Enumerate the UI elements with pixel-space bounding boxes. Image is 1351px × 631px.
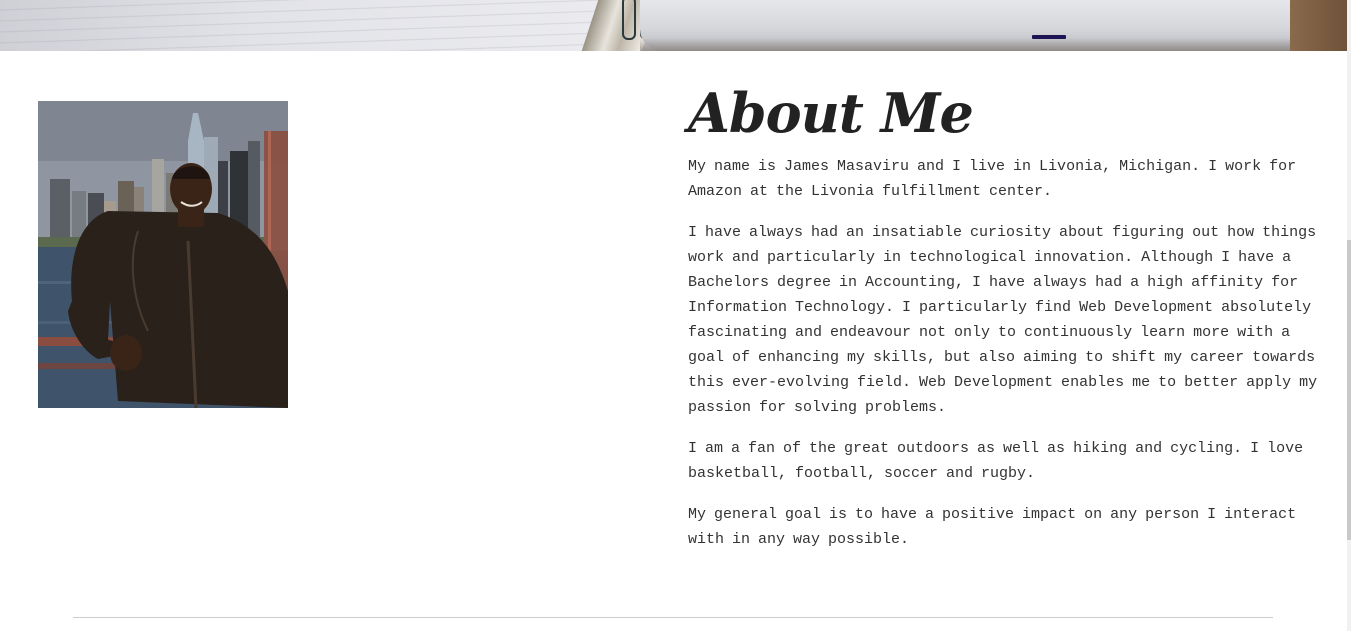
section-divider bbox=[73, 617, 1273, 618]
about-title: About Me bbox=[688, 81, 974, 145]
profile-photo-drawing bbox=[38, 101, 288, 408]
banner-paper bbox=[0, 0, 640, 51]
profile-photo bbox=[38, 101, 288, 408]
banner-laptop-shadow bbox=[640, 38, 1347, 51]
about-paragraph-background: I have always had an insatiable curiosit… bbox=[688, 224, 1318, 416]
banner-laptop-led bbox=[1032, 35, 1066, 39]
banner-binder-ring bbox=[622, 0, 636, 40]
about-paragraph-intro: My name is James Masaviru and I live in … bbox=[688, 158, 1297, 200]
about-paragraph-hobbies: I am a fan of the great outdoors as well… bbox=[688, 440, 1304, 482]
header-banner-image bbox=[0, 0, 1347, 51]
page-scrollbar-thumb[interactable] bbox=[1347, 240, 1351, 540]
about-section: About Me My name is James Masaviru and I… bbox=[688, 78, 1328, 568]
banner-desk-wood bbox=[1290, 0, 1347, 51]
about-paragraph-goal: My general goal is to have a positive im… bbox=[688, 506, 1297, 548]
